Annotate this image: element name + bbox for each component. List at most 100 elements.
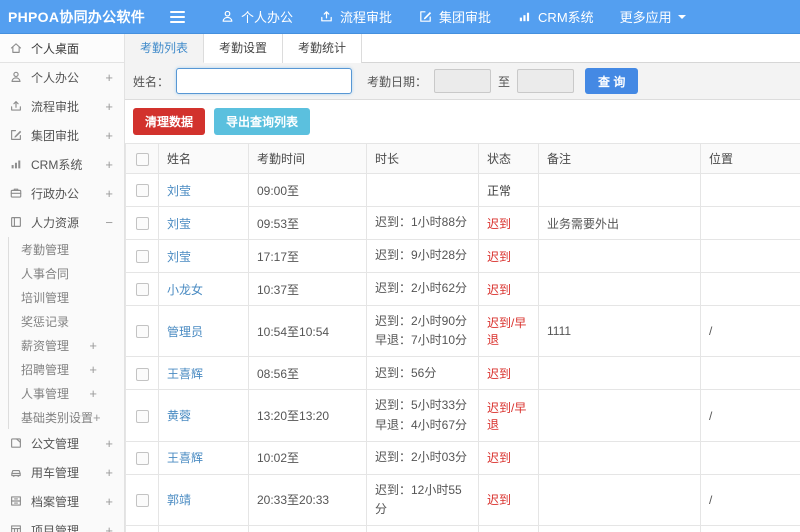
time-cell: 09:53至 xyxy=(248,206,367,240)
sidebar-subitem[interactable]: 奖惩记录 xyxy=(9,309,124,333)
time-cell: 20:32至20:32 xyxy=(248,525,367,532)
expand-icon[interactable]: + xyxy=(105,187,113,200)
nav-item-5[interactable]: 更多应用 xyxy=(607,0,699,34)
sidebar-item-label: 个人办公 xyxy=(31,71,80,85)
name-link[interactable]: 王喜辉 xyxy=(158,356,249,391)
attendance-row: 刘莹 17:17至 迟到：9小时28分 迟到 xyxy=(125,239,800,273)
sidebar-item-label: 个人桌面 xyxy=(31,41,80,56)
collapse-icon[interactable]: − xyxy=(105,216,113,229)
nav-item-3[interactable]: 集团审批 xyxy=(405,0,504,34)
sidebar-item[interactable]: CRM系统 + xyxy=(0,150,124,179)
sidebar-subitem[interactable]: 考勤管理 xyxy=(9,237,124,261)
expand-icon[interactable]: + xyxy=(89,387,97,400)
user-icon xyxy=(9,70,24,85)
sidebar-item[interactable]: 公文管理 + xyxy=(0,429,124,458)
sidebar-item[interactable]: 流程审批 + xyxy=(0,92,124,121)
note-cell xyxy=(538,272,701,306)
row-checkbox[interactable] xyxy=(135,494,149,508)
expand-icon[interactable]: + xyxy=(89,339,97,352)
export-list-button[interactable]: 导出查询列表 xyxy=(214,108,311,135)
sidebar-subitem[interactable]: 基础类别设置 + xyxy=(9,405,124,429)
expand-icon[interactable]: + xyxy=(105,71,113,84)
row-checkbox[interactable] xyxy=(135,217,149,231)
sidebar-item-label: 流程审批 xyxy=(31,100,80,114)
sidebar-subitem[interactable]: 招聘管理 + xyxy=(9,357,124,381)
sidebar-subitem[interactable]: 人事管理 + xyxy=(9,381,124,405)
expand-icon[interactable]: + xyxy=(89,363,97,376)
note-cell xyxy=(538,389,701,442)
row-checkbox[interactable] xyxy=(135,451,149,465)
nav-item-label: 更多应用 xyxy=(619,10,672,25)
row-select-cell xyxy=(125,473,159,527)
location-cell: / xyxy=(700,525,800,532)
select-all-checkbox[interactable] xyxy=(135,152,149,166)
name-link[interactable]: 小龙女 xyxy=(158,272,249,306)
row-checkbox[interactable] xyxy=(135,367,149,381)
name-link[interactable]: 刘莹 xyxy=(158,173,249,207)
row-checkbox[interactable] xyxy=(135,325,149,339)
tab-考勤统计[interactable]: 考勤统计 xyxy=(283,34,363,63)
nav-item-4[interactable]: CRM系统 xyxy=(504,0,607,34)
row-checkbox[interactable] xyxy=(135,250,149,264)
name-input[interactable] xyxy=(176,68,353,94)
expand-icon[interactable]: + xyxy=(105,466,113,479)
expand-icon[interactable]: + xyxy=(93,411,101,424)
clear-data-button[interactable]: 清理数据 xyxy=(133,108,206,135)
status-cell: 正常 xyxy=(478,173,539,207)
date-label: 考勤日期： xyxy=(367,74,428,89)
expand-icon[interactable]: + xyxy=(105,129,113,142)
query-button[interactable]: 查 询 xyxy=(585,68,639,94)
sidebar-item[interactable]: 项目管理 + xyxy=(0,516,124,532)
sidebar-item[interactable]: 档案管理 + xyxy=(0,487,124,516)
row-checkbox[interactable] xyxy=(135,283,149,297)
row-checkbox[interactable] xyxy=(135,184,149,198)
attendance-row: 小龙女 10:37至 迟到：2小时62分 迟到 xyxy=(125,272,800,306)
tab-考勤列表[interactable]: 考勤列表 xyxy=(125,34,205,63)
sidebar-item[interactable]: 个人办公 + xyxy=(0,63,124,92)
attendance-row: 刘莹 09:53至 迟到：1小时88分 迟到 业务需要外出 xyxy=(125,206,800,240)
row-select-cell xyxy=(125,272,159,306)
time-cell: 10:02至 xyxy=(248,440,367,475)
nav-item-2[interactable]: 流程审批 xyxy=(306,0,405,34)
sidebar-item[interactable]: 行政办公 + xyxy=(0,179,124,208)
to-label: 至 xyxy=(498,74,511,89)
expand-icon[interactable]: + xyxy=(105,495,113,508)
name-link[interactable]: 黄蓉 xyxy=(158,389,249,442)
date-to-input[interactable] xyxy=(517,69,575,93)
time-cell: 10:37至 xyxy=(248,272,367,306)
name-link[interactable]: 管理员 xyxy=(158,304,249,358)
date-from-input[interactable] xyxy=(434,69,492,93)
expand-icon[interactable]: + xyxy=(105,158,113,171)
sidebar-item[interactable]: 人力资源 − xyxy=(0,208,124,237)
sidebar-subitem-label: 薪资管理 xyxy=(21,338,70,353)
sidebar-subitem[interactable]: 薪资管理 + xyxy=(9,333,124,357)
column-header: 考勤时间 xyxy=(248,143,367,174)
main-layout: 个人桌面 个人办公 + 流程审批 + 集团审批 + CRM系统 + 行政办公 + 人力资源 − 考勤管理人… xyxy=(0,34,800,532)
row-checkbox[interactable] xyxy=(135,409,149,423)
nav-item-label: CRM系统 xyxy=(538,10,594,25)
attendance-row: 郭靖 20:33至20:33 迟到：12小时55分 迟到 / xyxy=(125,473,800,527)
expand-icon[interactable]: + xyxy=(105,100,113,113)
nav-item-1[interactable]: 个人办公 xyxy=(207,0,306,34)
sidebar-item-label: 人力资源 xyxy=(31,216,80,230)
expand-icon[interactable]: + xyxy=(105,524,113,532)
sidebar-subitem-label: 考勤管理 xyxy=(21,242,70,257)
time-cell: 10:54至10:54 xyxy=(248,304,367,358)
expand-icon[interactable]: + xyxy=(105,437,113,450)
tab-考勤设置[interactable]: 考勤设置 xyxy=(204,34,284,63)
note-cell xyxy=(538,239,701,273)
name-link[interactable]: 刘莹 xyxy=(158,206,249,240)
sidebar-item[interactable]: 集团审批 + xyxy=(0,121,124,150)
sidebar-subitem[interactable]: 人事合同 xyxy=(9,261,124,285)
menu-toggle-icon[interactable] xyxy=(170,10,185,23)
name-link[interactable]: 黄蓉 xyxy=(158,525,249,532)
attendance-row: 黄蓉 13:20至13:20 迟到：5小时33分 早退：4小时67分 迟到/早退 / xyxy=(125,389,800,442)
column-header: 备注 xyxy=(538,143,701,174)
status-cell: 迟到 xyxy=(478,239,539,273)
sidebar-subitem[interactable]: 培训管理 xyxy=(9,285,124,309)
name-link[interactable]: 刘莹 xyxy=(158,239,249,273)
sidebar-item[interactable]: 用车管理 + xyxy=(0,458,124,487)
sidebar-item[interactable]: 个人桌面 xyxy=(0,34,124,63)
name-link[interactable]: 王喜辉 xyxy=(158,440,249,475)
name-link[interactable]: 郭靖 xyxy=(158,473,249,527)
